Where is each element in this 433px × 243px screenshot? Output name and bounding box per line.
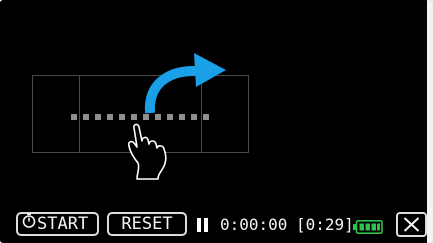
guide-dot: [107, 114, 113, 120]
guide-dot: [119, 114, 125, 120]
guide-dot: [83, 114, 89, 120]
guide-dot: [131, 114, 137, 120]
screen-bezel: [427, 0, 433, 243]
guide-dot: [203, 114, 209, 120]
guide-dot: [155, 114, 161, 120]
start-button[interactable]: START: [16, 212, 99, 236]
elapsed-time: 0:00:00: [220, 215, 288, 234]
remaining-time: [0:29]: [296, 215, 354, 234]
guide-dot: [179, 114, 185, 120]
pause-bar-left: [197, 218, 201, 232]
bottom-toolbar: START RESET 0:00:00 [0:29]: [0, 210, 433, 243]
guide-dot: [95, 114, 101, 120]
timer-icon: [22, 212, 36, 233]
panorama-preview: [32, 53, 249, 180]
pause-icon[interactable]: [196, 218, 209, 232]
close-icon: [403, 217, 420, 232]
guide-dot: [143, 114, 149, 120]
guide-dot: [71, 114, 77, 120]
guide-dot: [191, 114, 197, 120]
curved-arrow-icon: [144, 53, 226, 114]
pause-bar-right: [204, 218, 208, 232]
start-label: START: [37, 214, 89, 234]
hand-pointer-icon: [128, 123, 167, 180]
camera-screen: START RESET 0:00:00 [0:29]: [0, 0, 433, 243]
reset-button[interactable]: RESET: [107, 212, 187, 236]
battery-icon: [353, 219, 383, 234]
guide-dot: [167, 114, 173, 120]
reset-label: RESET: [121, 214, 173, 234]
swipe-guide-dots: [71, 114, 209, 120]
close-button[interactable]: [396, 212, 427, 237]
